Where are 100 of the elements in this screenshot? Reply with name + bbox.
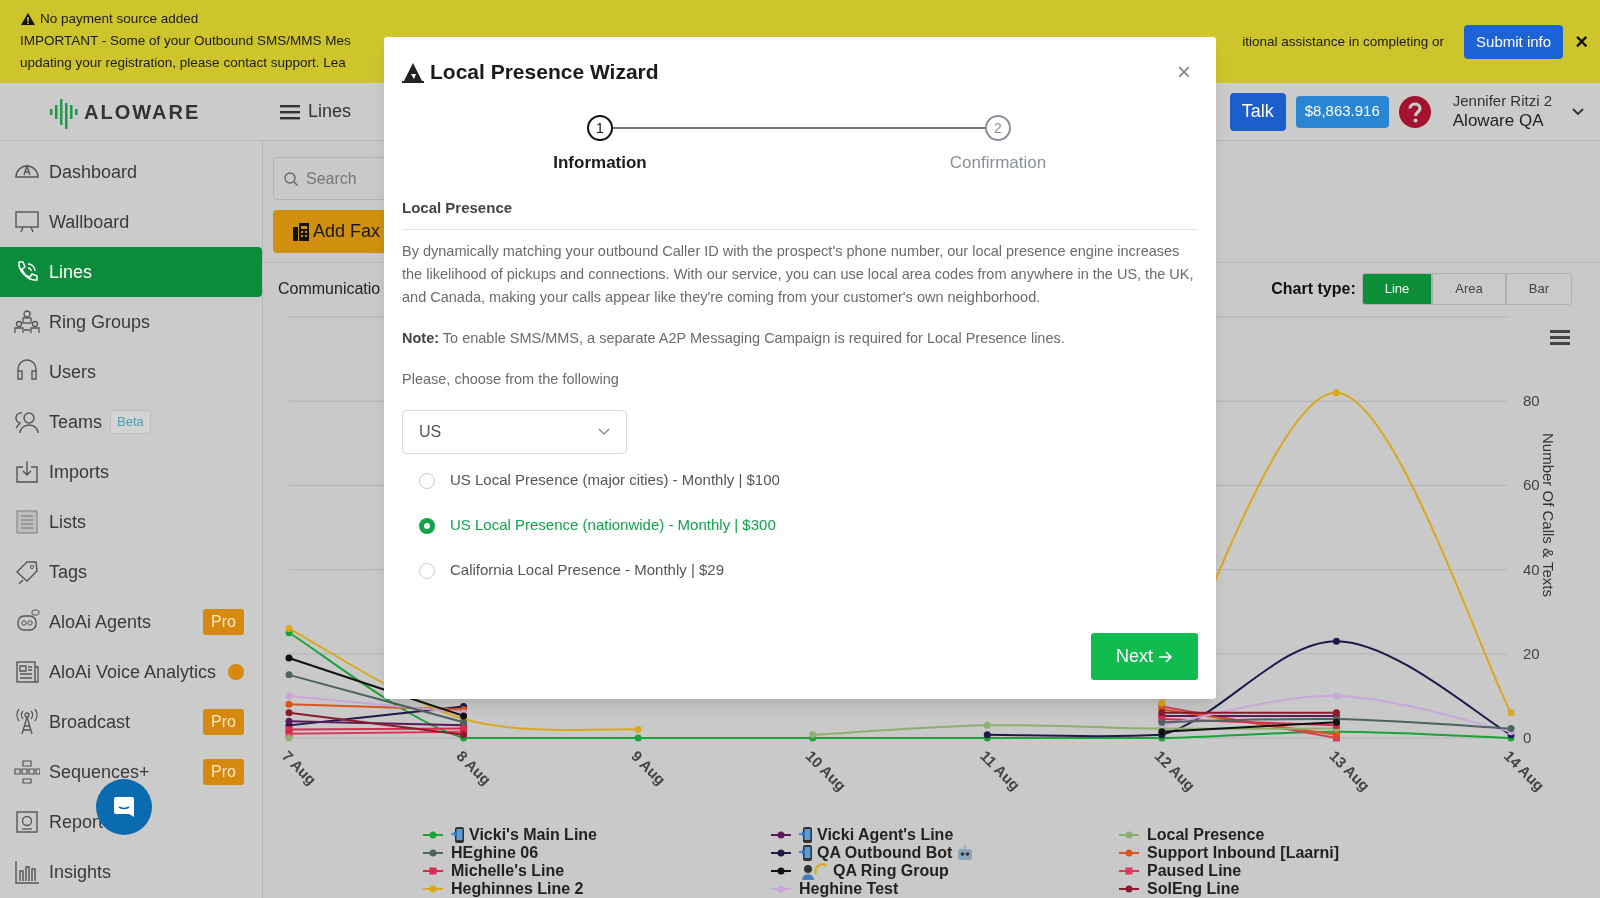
legend-label[interactable]: SolEng Line	[1147, 881, 1240, 897]
axis-tick-label: 20	[1523, 644, 1540, 662]
document-icon	[14, 659, 40, 685]
beta-badge: Beta	[110, 410, 151, 434]
step-number: 2	[985, 115, 1011, 141]
sidebar-item[interactable]: Sequences+ Pro	[0, 747, 262, 797]
antenna-tower-icon	[14, 709, 40, 735]
dialog-title: Local Presence Wizard	[430, 59, 659, 86]
menu-icon	[280, 103, 300, 120]
mobile-phone-icon	[799, 826, 813, 844]
monitor-icon	[14, 209, 40, 235]
help-icon[interactable]	[1398, 95, 1431, 128]
legend-label[interactable]: Vicki's Main Line	[469, 827, 597, 843]
legend-label[interactable]: Michelle's Line	[451, 863, 565, 879]
legend-label[interactable]: Support Inbound [Laarni]	[1147, 845, 1339, 861]
balance-button[interactable]: $8,863.916	[1295, 95, 1389, 128]
data-point	[1507, 709, 1515, 717]
sidebar-item[interactable]: AloAi Voice Analytics	[0, 647, 262, 697]
sidebar-item[interactable]: Lists	[0, 497, 262, 547]
menu-icon[interactable]	[1550, 330, 1570, 346]
legend-label[interactable]: Heghine Test	[799, 881, 899, 897]
people-group-icon	[14, 309, 40, 335]
close-button[interactable]: ×	[1177, 60, 1191, 84]
talk-button[interactable]: Talk	[1229, 92, 1286, 131]
chart-type-tab[interactable]: Bar	[1505, 272, 1572, 305]
submit-info-button[interactable]: Submit info	[1464, 25, 1564, 59]
radio-button[interactable]	[419, 517, 435, 534]
robot-icon	[956, 844, 975, 862]
section-title: Local Presence	[402, 198, 1198, 230]
legend-label[interactable]: QA Ring Group	[833, 863, 949, 879]
country-dropdown[interactable]: US	[402, 410, 627, 454]
legend-label[interactable]: Paused Line	[1147, 863, 1242, 879]
legend-marker-icon[interactable]	[771, 830, 791, 840]
radio-option[interactable]: US Local Presence (major cities) - Monthly | $100	[402, 458, 1198, 503]
legend-marker-icon[interactable]	[1119, 884, 1139, 894]
data-point	[1332, 389, 1340, 397]
sidebar-item[interactable]: Broadcast Pro	[0, 697, 262, 747]
data-point	[1332, 637, 1340, 645]
report-icon	[14, 809, 40, 835]
sidebar-item[interactable]: Report	[0, 797, 262, 847]
legend-marker-icon[interactable]	[423, 830, 443, 840]
axis-tick-label: 0	[1523, 729, 1532, 746]
chat-icon	[112, 795, 136, 819]
tag-icon	[14, 559, 40, 585]
chart-type-tab[interactable]: Line	[1361, 272, 1433, 305]
sidebar-item[interactable]: Users	[0, 347, 262, 397]
search-field[interactable]: Search	[273, 157, 385, 200]
sidebar-item[interactable]: Insights	[0, 847, 262, 897]
legend-marker-icon[interactable]	[423, 884, 443, 894]
banner-text: IMPORTANT - Some of your Outbound SMS/MMS Mes	[20, 32, 351, 50]
legend-marker-icon[interactable]	[423, 848, 443, 858]
wizard-hat-icon	[402, 61, 424, 83]
legend-marker-icon[interactable]	[771, 848, 791, 858]
chevron-down-icon[interactable]	[1572, 107, 1584, 116]
axis-tick-label: 14 Aug	[1500, 747, 1548, 795]
fax-icon	[293, 222, 309, 241]
chart-type-tab[interactable]: Area	[1432, 272, 1506, 305]
step-label: Information	[553, 153, 647, 173]
axis-tick-label: 80	[1523, 392, 1540, 410]
user-name: Jennifer Ritzi 2	[1452, 91, 1552, 111]
radio-option[interactable]: California Local Presence - Monthly | $29	[402, 548, 1198, 593]
add-fax-button[interactable]: Add Fax	[273, 210, 385, 253]
legend-marker-icon[interactable]	[1119, 830, 1139, 840]
logo-text: ALOWARE	[84, 99, 201, 125]
list-icon	[14, 509, 40, 535]
pro-badge: Pro	[203, 709, 244, 735]
legend-label[interactable]: Heghinnes Line 2	[451, 881, 584, 897]
sidebar-item[interactable]: Lines	[0, 247, 262, 297]
menu-button[interactable]: Lines	[280, 98, 352, 125]
sidebar-item[interactable]: Ring Groups	[0, 297, 262, 347]
company-name: Aloware QA	[1452, 110, 1545, 132]
data-point	[1332, 692, 1340, 700]
close-button[interactable]: ×	[1575, 31, 1588, 53]
download-icon	[14, 459, 40, 485]
person-icon	[14, 409, 40, 435]
sidebar-item[interactable]: AloAi Agents Pro	[0, 597, 262, 647]
note-text: Note: To enable SMS/MMS, a separate A2P Messaging Campaign is required for Local Presence lines.	[402, 329, 1066, 348]
legend-label[interactable]: QA Outbound Bot	[817, 845, 953, 861]
legend-marker-icon[interactable]	[771, 884, 791, 894]
legend-marker-icon[interactable]	[1119, 866, 1139, 876]
axis-tick-label: 40	[1523, 560, 1540, 578]
panel-title: Communicatio	[278, 278, 381, 299]
people-icon	[799, 862, 829, 880]
sidebar-item[interactable]: Tags	[0, 547, 262, 597]
sidebar-item[interactable]: Dashboard	[0, 147, 262, 197]
legend-marker-icon[interactable]	[771, 866, 791, 876]
legend-label[interactable]: Vicki Agent's Line	[817, 827, 954, 843]
sidebar-item[interactable]: Imports	[0, 447, 262, 497]
prompt-text: Please, choose from the following	[402, 370, 620, 389]
legend-label[interactable]: HEghine 06	[451, 845, 539, 861]
legend-marker-icon[interactable]	[423, 866, 443, 876]
sidebar-item[interactable]: Teams Beta	[0, 397, 262, 447]
search-icon	[284, 172, 298, 186]
sidebar-item[interactable]: Wallboard	[0, 197, 262, 247]
axis-tick-label: 60	[1523, 476, 1540, 494]
pro-badge: Pro	[203, 759, 244, 785]
legend-label[interactable]: Local Presence	[1147, 827, 1265, 843]
axis-title: Number Of Calls & Texts	[1540, 433, 1557, 597]
data-point	[285, 671, 293, 679]
legend-marker-icon[interactable]	[1119, 848, 1139, 858]
